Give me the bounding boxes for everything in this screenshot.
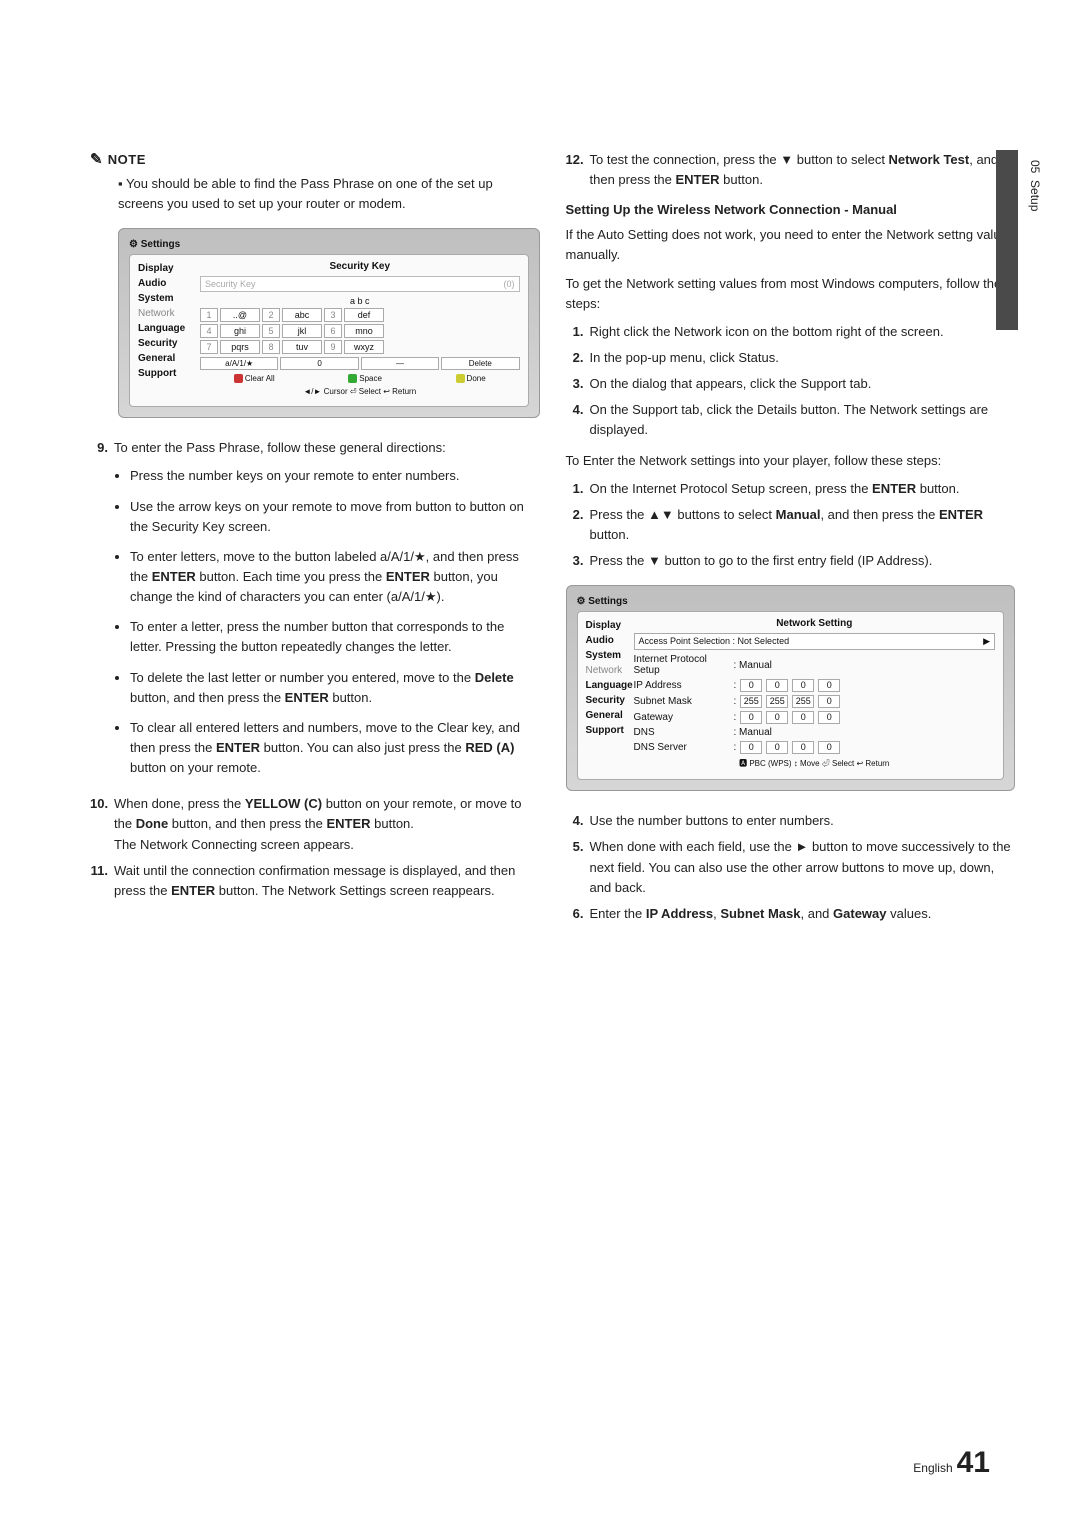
sidebar-item[interactable]: General [138,351,194,366]
step-9-intro: To enter the Pass Phrase, follow these g… [114,440,446,455]
key-dash[interactable]: — [361,357,439,370]
win-step-1: Right click the Network icon on the bott… [590,322,1016,342]
right-column: 12. To test the connection, press the ▼ … [566,150,1016,930]
page-footer: English41 [913,1446,990,1480]
para-1: If the Auto Setting does not work, you n… [566,225,1016,265]
key-3[interactable]: 3 [324,308,342,322]
dns-label: DNS [634,727,730,738]
key-4[interactable]: 4 [200,324,218,338]
sidebar-item[interactable]: System [138,291,194,306]
panel-title-2: Network Setting [634,618,996,629]
sidebar-item[interactable]: Language [138,321,194,336]
pl-step-4: Use the number buttons to enter numbers. [590,811,1016,831]
red-chip-icon [234,374,243,383]
access-point-row[interactable]: Access Point Selection : Not Selected▶ [634,633,996,650]
security-key-screen: Settings Display Audio System Network La… [118,228,540,418]
left-column: NOTE You should be able to find the Pass… [90,150,540,930]
gw-label: Gateway [634,712,730,723]
step-9-b2: Use the arrow keys on your remote to mov… [130,497,540,537]
note-header: NOTE [90,150,540,168]
pl-step-3: Press the ▼ button to go to the first en… [590,551,1016,571]
panel-title: Security Key [200,261,520,272]
note-list: You should be able to find the Pass Phra… [90,174,540,214]
yellow-chip-icon [456,374,465,383]
sidebar-item[interactable]: Security [138,336,194,351]
key-2[interactable]: 2 [262,308,280,322]
para-2: To get the Network setting values from m… [566,274,1016,314]
win-step-3: On the dialog that appears, click the Su… [590,374,1016,394]
step-9-b3: To enter letters, move to the button lab… [130,547,540,607]
note-item: You should be able to find the Pass Phra… [118,174,540,214]
key-6[interactable]: 6 [324,324,342,338]
win-step-2: In the pop-up menu, click Status. [590,348,1016,368]
green-chip-icon [348,374,357,383]
settings-sidebar: Display Audio System Network Language Se… [138,261,194,396]
network-panel: Network Setting Access Point Selection :… [634,618,996,769]
key-delete[interactable]: Delete [441,357,519,370]
key-5[interactable]: 5 [262,324,280,338]
ip-label: IP Address [634,680,730,691]
ip-oct[interactable]: 0 [740,679,762,692]
side-tab-text: 05 Setup [1028,160,1042,211]
sidebar-item[interactable]: Network [138,306,194,321]
settings-header-2: Settings [577,596,1005,607]
pl-step-2: Press the ▲▼ buttons to select Manual, a… [590,505,1016,545]
step-9-b6: To clear all entered letters and numbers… [130,718,540,778]
step-9-b5: To delete the last letter or number you … [130,668,540,708]
help-bar: ◄/► Cursor ⏎ Select ↩ Return [200,387,520,396]
settings-sidebar-2: Display Audio System Network Language Se… [586,618,628,769]
manual-heading: Setting Up the Wireless Network Connecti… [566,202,1016,217]
sidebar-item[interactable]: Display [138,261,194,276]
step-9-b1: Press the number keys on your remote to … [130,466,540,486]
key-0[interactable]: 0 [280,357,358,370]
sidebar-item[interactable]: Audio [138,276,194,291]
key-9[interactable]: 9 [324,340,342,354]
dnss-label: DNS Server [634,742,730,753]
help-bar-2: 🅰 PBC (WPS) ↕ Move ⏎ Select ↩ Return [634,758,996,769]
key-7[interactable]: 7 [200,340,218,354]
pl-step-6: Enter the IP Address, Subnet Mask, and G… [590,904,1016,924]
key-mode[interactable]: a/A/1/★ [200,357,278,370]
key-1[interactable]: 1 [200,308,218,322]
sidebar-item[interactable]: Support [138,366,194,381]
security-key-input[interactable]: Security Key(0) [200,276,520,292]
pl-step-5: When done with each field, use the ► but… [590,837,1016,897]
network-setting-screen: Settings Display Audio System Network La… [566,585,1016,791]
step-9-b4: To enter a letter, press the number butt… [130,617,540,657]
color-bar: Clear All Space Done [200,374,520,383]
page-number: 41 [957,1446,990,1479]
key-8[interactable]: 8 [262,340,280,354]
side-tab-bar [996,150,1018,330]
para-3: To Enter the Network settings into your … [566,451,1016,471]
steps-9-11: 9. To enter the Pass Phrase, follow thes… [90,438,540,901]
bottom-keys: a/A/1/★ 0 — Delete [200,357,520,370]
keypad: 1..@ 2abc 3def 4ghi 5jkl 6mno 7pqrs 8tuv… [200,308,520,354]
settings-header: Settings [129,239,529,250]
ips-label: Internet Protocol Setup [634,654,730,676]
step-12: To test the connection, press the ▼ butt… [590,150,1016,190]
sm-label: Subnet Mask [634,696,730,707]
step-10: When done, press the YELLOW (C) button o… [114,794,540,854]
step-11: Wait until the connection confirmation m… [114,861,540,901]
security-key-panel: Security Key Security Key(0) a b c 1..@ … [200,261,520,396]
abc-indicator: a b c [200,296,520,306]
win-step-4: On the Support tab, click the Details bu… [590,400,1016,440]
pl-step-1: On the Internet Protocol Setup screen, p… [590,479,1016,499]
